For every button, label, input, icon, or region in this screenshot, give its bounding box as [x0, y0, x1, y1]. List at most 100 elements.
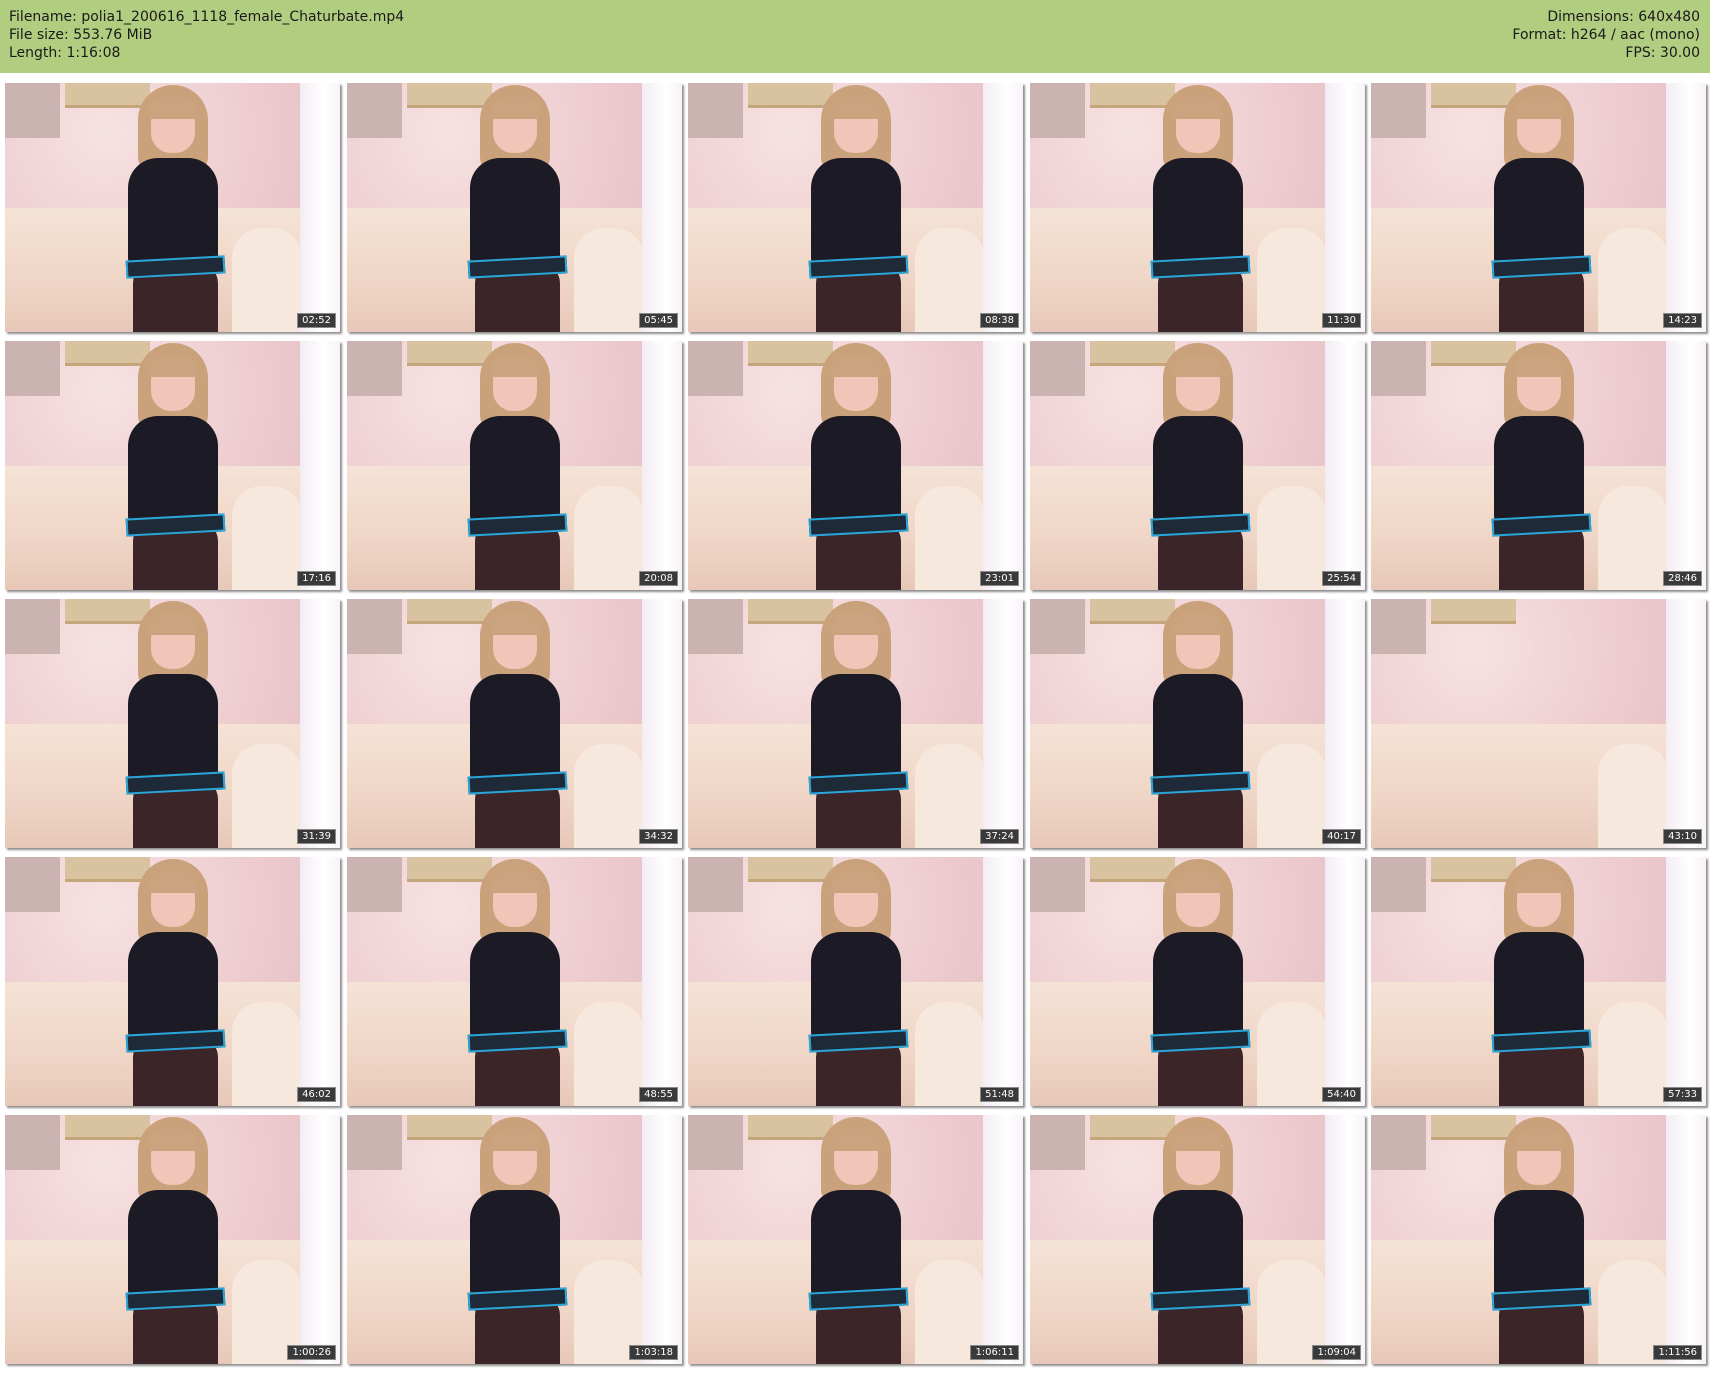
bangs	[1513, 97, 1564, 119]
timestamp-label: 05:45	[639, 313, 678, 328]
frame-image	[1371, 341, 1706, 590]
curtain	[1325, 341, 1365, 590]
video-thumbnail: 1:00:26	[5, 1115, 340, 1364]
video-thumbnail: 1:06:11	[688, 1115, 1023, 1364]
person-figure	[791, 857, 921, 1106]
curtain	[1666, 599, 1706, 848]
dress	[1493, 416, 1584, 526]
wall-panel	[1030, 83, 1085, 138]
wall-panel	[1371, 599, 1426, 654]
sofa-arm	[1257, 744, 1327, 848]
frame-image	[347, 599, 682, 848]
video-thumbnail: 1:11:56	[1371, 1115, 1706, 1364]
bangs	[147, 613, 198, 635]
wall-panel	[1371, 341, 1426, 396]
dress	[469, 158, 560, 268]
video-thumbnail: 08:38	[688, 83, 1023, 332]
filesize-label: File size:	[9, 27, 69, 43]
video-thumbnail: 25:54	[1030, 341, 1365, 590]
timestamp-label: 25:54	[1322, 571, 1361, 586]
bangs	[489, 355, 540, 377]
person-figure	[108, 341, 238, 590]
sofa-arm	[574, 744, 644, 848]
wall-panel	[347, 83, 402, 138]
sofa-arm	[232, 1002, 302, 1106]
timestamp-label: 1:09:04	[1312, 1345, 1361, 1360]
wall-panel	[688, 599, 743, 654]
frame-image	[347, 83, 682, 332]
dimensions-value: 640x480	[1638, 9, 1700, 25]
video-thumbnail: 54:40	[1030, 857, 1365, 1106]
frame-image	[5, 341, 340, 590]
timestamp-label: 57:33	[1663, 1087, 1702, 1102]
timestamp-label: 54:40	[1322, 1087, 1361, 1102]
timestamp-label: 51:48	[980, 1087, 1019, 1102]
filename-value: polia1_200616_1118_female_Chaturbate.mp4	[81, 9, 405, 25]
curtain	[983, 599, 1023, 848]
curtain	[300, 341, 340, 590]
sofa-arm	[1598, 486, 1668, 590]
frame-image	[688, 599, 1023, 848]
person-figure	[1133, 83, 1263, 332]
video-thumbnail: 20:08	[347, 341, 682, 590]
curtain	[642, 83, 682, 332]
bangs	[1513, 871, 1564, 893]
dress	[810, 674, 901, 784]
person-figure	[450, 599, 580, 848]
frame-image	[688, 341, 1023, 590]
curtain	[642, 1115, 682, 1364]
bangs	[1513, 1129, 1564, 1151]
video-thumbnail: 34:32	[347, 599, 682, 848]
sofa-arm	[915, 1002, 985, 1106]
dress	[810, 158, 901, 268]
timestamp-label: 28:46	[1663, 571, 1702, 586]
frame-image	[688, 1115, 1023, 1364]
wall-panel	[1371, 83, 1426, 138]
wall-panel	[5, 341, 60, 396]
timestamp-label: 23:01	[980, 571, 1019, 586]
wall-panel	[5, 83, 60, 138]
bangs	[489, 1129, 540, 1151]
timestamp-label: 14:23	[1663, 313, 1702, 328]
shelf	[1431, 599, 1516, 624]
curtain	[983, 341, 1023, 590]
wall-panel	[1371, 1115, 1426, 1170]
frame-image	[347, 857, 682, 1106]
dress	[1493, 158, 1584, 268]
wall-panel	[5, 857, 60, 912]
curtain	[642, 599, 682, 848]
stream-info: Dimensions: 640x480 Format: h264 / aac (…	[1512, 8, 1700, 62]
length-line: Length: 1:16:08	[9, 44, 404, 62]
dress	[469, 674, 560, 784]
video-thumbnail: 23:01	[688, 341, 1023, 590]
frame-image	[1371, 599, 1706, 848]
filesize-value: 553.76 MiB	[73, 27, 153, 43]
curtain	[300, 857, 340, 1106]
wall-panel	[5, 1115, 60, 1170]
dimensions-label: Dimensions:	[1547, 9, 1634, 25]
video-thumbnail: 11:30	[1030, 83, 1365, 332]
sofa-arm	[1598, 744, 1668, 848]
frame-image	[688, 857, 1023, 1106]
video-thumbnail: 31:39	[5, 599, 340, 848]
wall-panel	[688, 1115, 743, 1170]
timestamp-label: 11:30	[1322, 313, 1361, 328]
curtain	[1666, 341, 1706, 590]
dress	[1152, 1190, 1243, 1300]
curtain	[983, 1115, 1023, 1364]
person-figure	[450, 1115, 580, 1364]
person-figure	[450, 83, 580, 332]
sofa-arm	[915, 744, 985, 848]
dress	[1493, 1190, 1584, 1300]
frame-image	[5, 599, 340, 848]
video-thumbnail: 43:10	[1371, 599, 1706, 848]
sofa-arm	[1598, 1002, 1668, 1106]
sofa-arm	[1598, 228, 1668, 332]
sofa-arm	[232, 744, 302, 848]
dress	[469, 932, 560, 1042]
timestamp-label: 1:11:56	[1653, 1345, 1702, 1360]
frame-image	[5, 83, 340, 332]
wall-panel	[347, 857, 402, 912]
person-figure	[450, 857, 580, 1106]
timestamp-label: 46:02	[297, 1087, 336, 1102]
